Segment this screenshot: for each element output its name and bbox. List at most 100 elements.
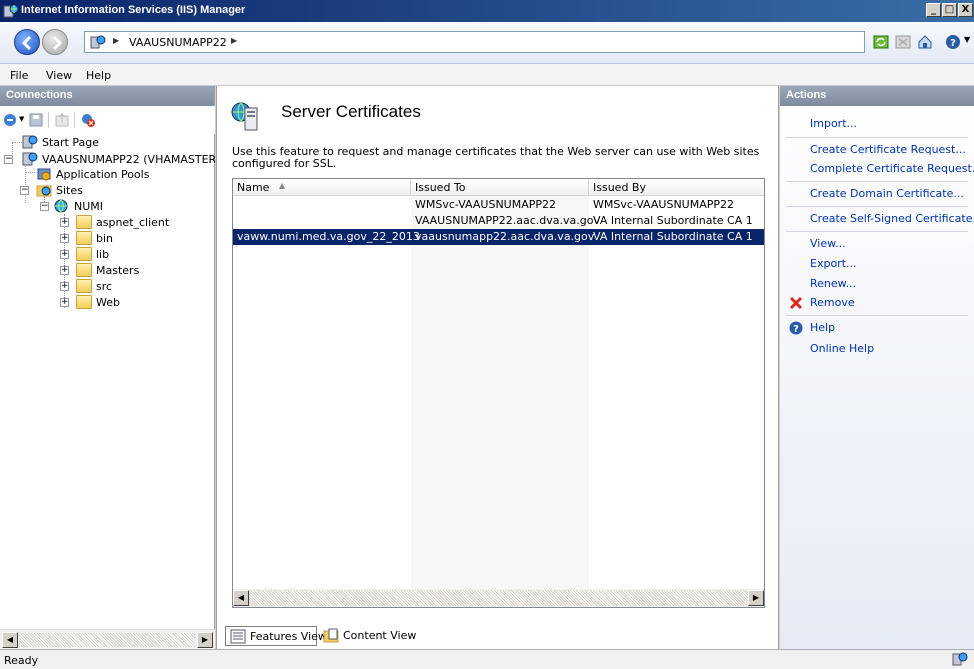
table-horizontal-scrollbar[interactable]: ◀ ▶ bbox=[233, 589, 764, 607]
tree-sites[interactable]: Sites bbox=[36, 182, 83, 198]
tree-server[interactable]: VAAUSNUMAPP22 (VHAMASTER\ bbox=[22, 151, 215, 167]
tree-label: NUMI bbox=[74, 199, 104, 213]
action-renew[interactable]: Renew... bbox=[810, 277, 856, 290]
close-button[interactable]: X bbox=[958, 3, 973, 17]
server-certificates-icon bbox=[231, 102, 258, 131]
cell-issued-by: VA Internal Subordinate CA 1 bbox=[593, 214, 753, 227]
action-online-help[interactable]: Online Help bbox=[810, 342, 874, 355]
tree-label: src bbox=[96, 279, 113, 293]
remove-icon bbox=[789, 296, 803, 310]
forward-arrow-icon bbox=[52, 35, 63, 51]
save-icon[interactable] bbox=[28, 112, 44, 128]
scroll-right-icon[interactable]: ▶ bbox=[748, 590, 764, 606]
action-complete-certificate-request[interactable]: Complete Certificate Request... bbox=[810, 162, 974, 175]
connections-header: Connections bbox=[0, 86, 214, 106]
folder-icon bbox=[76, 263, 92, 277]
expand-folder-icon[interactable]: + bbox=[60, 298, 69, 307]
scrollbar-track[interactable] bbox=[249, 590, 748, 606]
action-create-certificate-request[interactable]: Create Certificate Request... bbox=[810, 143, 966, 156]
up-level-icon[interactable] bbox=[54, 112, 70, 128]
menu-view[interactable]: View bbox=[46, 69, 72, 82]
tab-content-view[interactable]: Content View bbox=[319, 626, 417, 646]
tab-features-view[interactable]: Features View bbox=[225, 626, 327, 646]
tree-folder[interactable]: Masters bbox=[76, 262, 139, 278]
application-pools-icon bbox=[37, 168, 51, 181]
tree-site-numi[interactable]: NUMI bbox=[54, 198, 103, 214]
action-help[interactable]: Help bbox=[810, 321, 835, 334]
tab-label: Features View bbox=[250, 630, 327, 643]
refresh-icon[interactable] bbox=[873, 34, 889, 50]
column-header-issued-by[interactable]: Issued By bbox=[589, 179, 764, 196]
cell-name: vaww.numi.med.va.gov_22_2013 bbox=[237, 230, 420, 243]
certificates-table: Name ▲ Issued To Issued By WMSvc-VAAUSNU… bbox=[232, 178, 765, 608]
scroll-right-icon[interactable]: ▶ bbox=[197, 632, 213, 648]
window-title: Internet Information Services (IIS) Mana… bbox=[21, 4, 246, 16]
cell-issued-to: vaausnumapp22.aac.dva.va.gov bbox=[415, 230, 595, 243]
breadcrumb-server[interactable]: VAAUSNUMAPP22 bbox=[129, 36, 227, 49]
minimize-button[interactable]: _ bbox=[926, 3, 941, 17]
connection-status-icon bbox=[952, 652, 968, 666]
folder-icon bbox=[76, 215, 92, 229]
tree-application-pools[interactable]: Application Pools bbox=[36, 166, 149, 182]
breadcrumb-separator-icon[interactable]: ▶ bbox=[113, 36, 119, 45]
folder-icon bbox=[76, 231, 92, 245]
scroll-left-icon[interactable]: ◀ bbox=[233, 590, 249, 606]
help-icon[interactable]: ? bbox=[945, 34, 961, 50]
menu-file[interactable]: File bbox=[10, 69, 28, 82]
collapse-server-icon[interactable]: − bbox=[4, 155, 13, 164]
tree-label: Application Pools bbox=[56, 167, 150, 181]
expand-folder-icon[interactable]: + bbox=[60, 218, 69, 227]
tree-folder[interactable]: src bbox=[76, 278, 112, 294]
connections-horizontal-scrollbar[interactable]: ◀ ▶ bbox=[0, 629, 215, 649]
tree-folder[interactable]: Web bbox=[76, 294, 120, 310]
tree-folder[interactable]: bin bbox=[76, 230, 113, 246]
cell-issued-by: WMSvc-VAAUSNUMAPP22 bbox=[593, 198, 735, 211]
tree-start-page[interactable]: Start Page bbox=[22, 134, 99, 150]
maximize-button[interactable]: □ bbox=[942, 3, 957, 17]
menu-help[interactable]: Help bbox=[86, 69, 111, 82]
status-text: Ready bbox=[4, 654, 39, 667]
column-header-issued-to[interactable]: Issued To bbox=[411, 179, 589, 196]
cell-issued-to: VAAUSNUMAPP22.aac.dva.va.gov bbox=[415, 214, 600, 227]
tree-label: Masters bbox=[96, 263, 140, 277]
column-headers: Name ▲ Issued To Issued By bbox=[233, 179, 764, 196]
collapse-sites-icon[interactable]: − bbox=[20, 186, 29, 195]
back-button[interactable] bbox=[14, 29, 40, 55]
tab-label: Content View bbox=[343, 629, 417, 642]
home-icon[interactable] bbox=[917, 34, 933, 50]
forward-button[interactable] bbox=[42, 29, 68, 55]
action-create-self-signed-certificate[interactable]: Create Self-Signed Certificate... bbox=[810, 212, 974, 225]
expand-folder-icon[interactable]: + bbox=[60, 250, 69, 259]
action-view[interactable]: View... bbox=[810, 237, 846, 250]
feature-description: Use this feature to request and manage c… bbox=[232, 145, 760, 170]
action-export[interactable]: Export... bbox=[810, 257, 857, 270]
breadcrumb-separator-icon[interactable]: ▶ bbox=[231, 36, 237, 45]
scrollbar-track[interactable] bbox=[19, 633, 195, 647]
column-label: Name bbox=[237, 181, 270, 194]
column-header-name[interactable]: Name ▲ bbox=[233, 179, 411, 196]
stop-icon[interactable] bbox=[895, 34, 911, 50]
collapse-site-icon[interactable]: − bbox=[40, 202, 49, 211]
scroll-left-icon[interactable]: ◀ bbox=[2, 632, 18, 648]
table-row[interactable]: WMSvc-VAAUSNUMAPP22 WMSvc-VAAUSNUMAPP22 bbox=[233, 197, 764, 213]
help-dropdown-icon[interactable]: ▼ bbox=[964, 35, 970, 44]
help-icon: ? bbox=[789, 321, 803, 335]
address-breadcrumb[interactable]: ▶ VAAUSNUMAPP22 ▶ bbox=[84, 31, 865, 53]
action-import[interactable]: Import... bbox=[810, 117, 857, 130]
expand-folder-icon[interactable]: + bbox=[60, 282, 69, 291]
connections-panel: Connections ▼ Start Page − VAAUSNUMAPP22… bbox=[0, 86, 215, 649]
connect-icon[interactable] bbox=[2, 112, 18, 128]
expand-folder-icon[interactable]: + bbox=[60, 266, 69, 275]
table-row-selected[interactable]: vaww.numi.med.va.gov_22_2013 vaausnumapp… bbox=[233, 229, 764, 245]
svg-text:?: ? bbox=[950, 38, 956, 49]
table-row[interactable]: VAAUSNUMAPP22.aac.dva.va.gov VA Internal… bbox=[233, 213, 764, 229]
connect-dropdown-icon[interactable]: ▼ bbox=[19, 115, 24, 123]
action-create-domain-certificate[interactable]: Create Domain Certificate... bbox=[810, 187, 964, 200]
tree-folder[interactable]: aspnet_client bbox=[76, 214, 169, 230]
expand-folder-icon[interactable]: + bbox=[60, 234, 69, 243]
tree-folder[interactable]: lib bbox=[76, 246, 109, 262]
action-remove[interactable]: Remove bbox=[810, 296, 855, 309]
actions-header: Actions bbox=[780, 86, 974, 106]
disconnect-icon[interactable] bbox=[80, 112, 96, 128]
server-icon bbox=[22, 152, 38, 166]
